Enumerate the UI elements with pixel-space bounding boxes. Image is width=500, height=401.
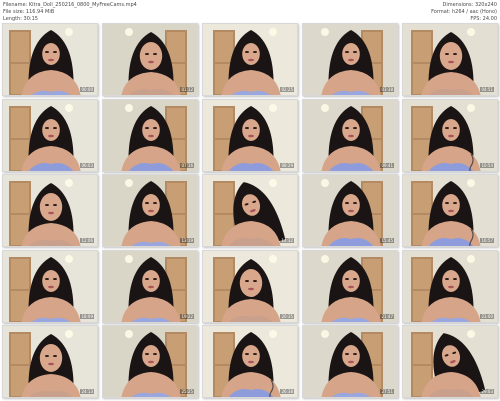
thumbnail-timestamp: 16:57 (480, 238, 494, 243)
thumbnail-frame (303, 24, 397, 95)
video-thumbnail: 25:25 (102, 325, 198, 398)
file-info-right: Dimensions: 320x240 Format: h264 / aac (… (431, 2, 497, 24)
video-thumbnail: 04:51 (402, 23, 498, 96)
video-thumbnail: 19:22 (102, 249, 198, 323)
thumbnail-frame (203, 99, 297, 171)
thumbnail-timestamp: 03:38 (380, 87, 394, 92)
thumbnail-frame (403, 175, 497, 246)
thumbnail-timestamp: 12:06 (80, 238, 94, 243)
thumbnail-frame (3, 24, 97, 95)
thumbnail-timestamp: 27:51 (380, 389, 394, 394)
thumbnail-timestamp: 06:03 (80, 162, 94, 168)
video-thumbnail: 21:47 (302, 249, 398, 323)
video-thumbnail: 12:06 (2, 174, 98, 247)
video-thumbnail: 01:12 (102, 23, 198, 96)
thumbnail-timestamp: 01:12 (180, 87, 194, 92)
thumbnail-timestamp: 00:00 (80, 87, 94, 92)
thumbnail-frame (203, 326, 297, 397)
thumbnail-grid: 00:00 01:12 02:25 03:38 04:51 06:03 07:16 08:29… (2, 23, 498, 398)
thumbnail-timestamp: 19:22 (180, 313, 194, 319)
thumbnail-frame (103, 24, 197, 95)
video-thumbnail: 27:51 (302, 325, 398, 398)
video-thumbnail: 06:03 (2, 98, 98, 172)
video-thumbnail: 09:41 (302, 98, 398, 172)
thumbnail-frame (403, 24, 497, 95)
thumbnail-frame (3, 175, 97, 246)
video-thumbnail: 08:29 (202, 98, 298, 172)
video-thumbnail: 15:45 (302, 174, 398, 247)
video-thumbnail: 00:00 (2, 23, 98, 96)
thumbnail-timestamp: 13:19 (180, 238, 194, 243)
thumbnail-frame (203, 175, 297, 246)
thumbnail-timestamp: 10:54 (480, 162, 494, 168)
thumbnail-frame (3, 326, 97, 397)
thumbnail-timestamp: 04:51 (480, 87, 494, 92)
video-thumbnail: 03:38 (302, 23, 398, 96)
thumbnail-frame (303, 250, 397, 322)
video-thumbnail: 18:09 (2, 249, 98, 323)
thumbnail-frame (103, 326, 197, 397)
dimensions-label: Dimensions: 320x240 (442, 2, 497, 8)
thumbnail-frame (403, 250, 497, 322)
thumbnail-timestamp: 23:00 (480, 313, 494, 319)
thumbnail-timestamp: 08:29 (280, 162, 294, 168)
thumbnail-frame (103, 250, 197, 322)
thumbnail-frame (303, 99, 397, 171)
thumbnail-timestamp: 02:25 (280, 87, 294, 92)
thumbnail-timestamp: 18:09 (80, 313, 94, 319)
thumbnail-timestamp: 09:41 (380, 162, 394, 168)
thumbnail-timestamp: 24:13 (80, 389, 94, 394)
video-thumbnail: 02:25 (202, 23, 298, 96)
thumbnail-frame (403, 326, 497, 397)
video-thumbnail: 16:57 (402, 174, 498, 247)
thumbnail-frame (103, 175, 197, 246)
thumbnail-frame (303, 175, 397, 246)
thumbnail-timestamp: 15:45 (380, 238, 394, 243)
thumbnail-frame (203, 250, 297, 322)
video-thumbnail: 20:35 (202, 249, 298, 323)
video-thumbnail: 29:03 (402, 325, 498, 398)
video-thumbnail: 07:16 (102, 98, 198, 172)
video-thumbnail: 14:32 (202, 174, 298, 247)
file-info-left: Filename: Kitra_Doll_250216_0800_MyFreeC… (3, 2, 137, 24)
video-thumbnail: 23:00 (402, 249, 498, 323)
thumbnail-frame (103, 99, 197, 171)
thumbnail-timestamp: 25:25 (180, 389, 194, 394)
thumbnail-timestamp: 07:16 (180, 162, 194, 168)
thumbnail-timestamp: 26:38 (280, 389, 294, 394)
thumbnail-frame (3, 99, 97, 171)
thumbnail-frame (403, 99, 497, 171)
filesize-label: File size: 116.94 MiB (3, 9, 55, 16)
thumbnail-frame (303, 326, 397, 397)
thumbnail-timestamp: 14:32 (280, 238, 294, 243)
thumbnail-timestamp: 21:47 (380, 313, 394, 319)
thumbnail-timestamp: 20:35 (280, 313, 294, 319)
thumbnail-frame (3, 250, 97, 322)
thumbnail-timestamp: 29:03 (480, 389, 494, 394)
video-thumbnail: 24:13 (2, 325, 98, 398)
video-thumbnail: 10:54 (402, 98, 498, 172)
thumbnail-frame (203, 24, 297, 95)
video-thumbnail: 13:19 (102, 174, 198, 247)
video-thumbnail: 26:38 (202, 325, 298, 398)
format-label: Format: h264 / aac (Hono) (431, 9, 497, 16)
filename-label: Filename: Kitra_Doll_250216_0800_MyFreeC… (3, 2, 137, 8)
